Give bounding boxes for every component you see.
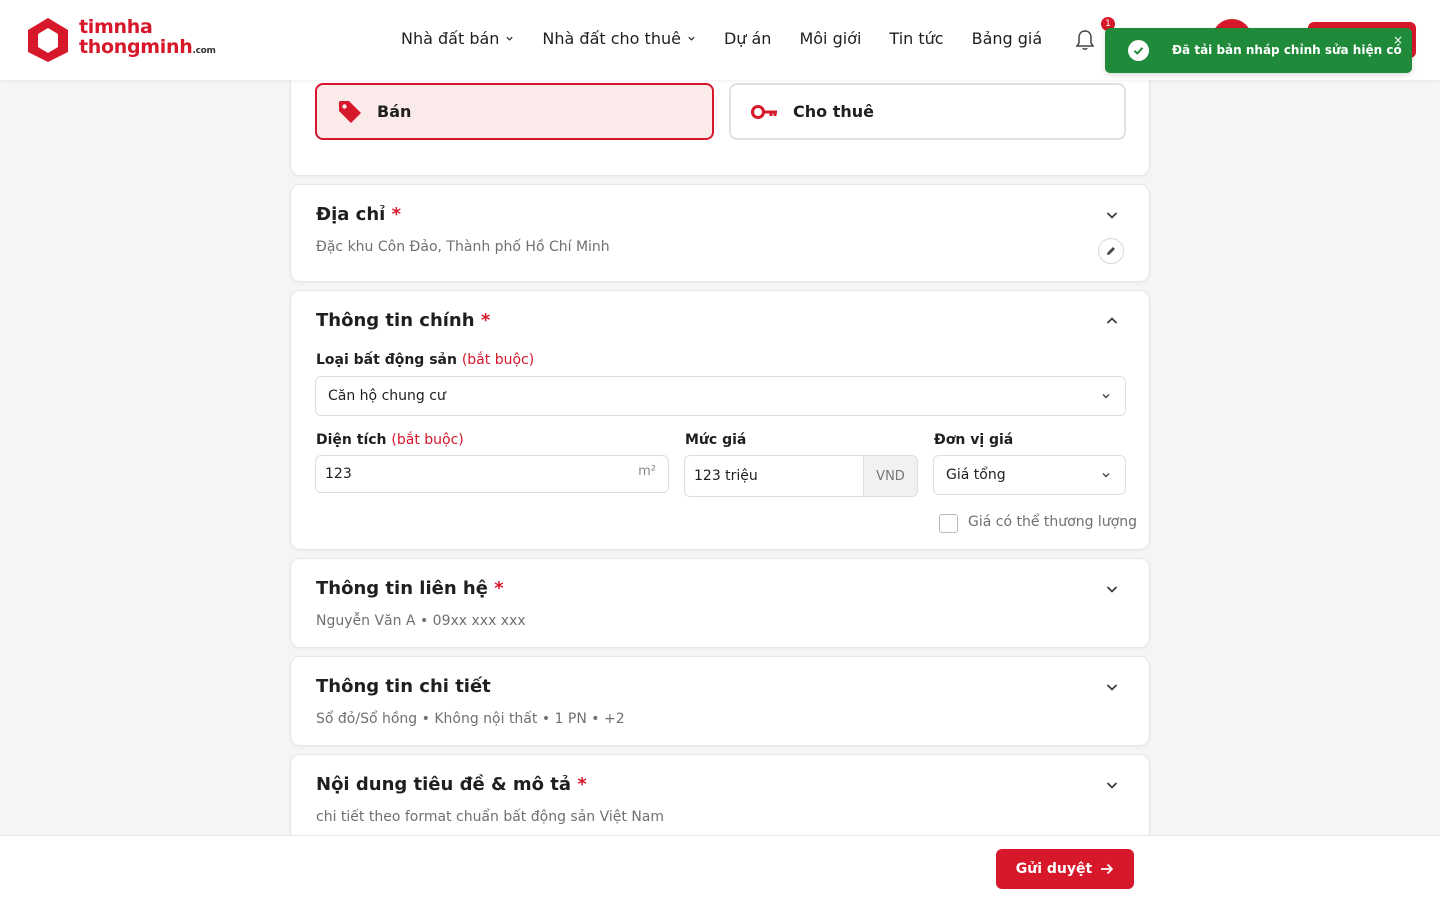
nav-label: Tin tức xyxy=(889,29,944,48)
main-info-card: Thông tin chính * Loại bất động sản (bắt… xyxy=(290,290,1150,550)
contact-title-text: Thông tin liên hệ xyxy=(316,578,488,599)
content-title-text: Nội dung tiêu đề & mô tả xyxy=(316,774,572,795)
chevron-down-icon xyxy=(688,36,695,41)
content-title: Nội dung tiêu đề & mô tả * xyxy=(316,774,587,795)
logo-line1: timnha xyxy=(79,16,153,38)
address-summary: Đặc khu Côn Đảo, Thành phố Hồ Chí Minh xyxy=(316,239,610,255)
property-type-value: Căn hộ chung cư xyxy=(328,388,446,404)
rent-label: Cho thuê xyxy=(793,102,874,121)
chevron-down-icon[interactable] xyxy=(1105,582,1119,596)
arrow-right-icon xyxy=(1101,863,1114,875)
area-unit: m² xyxy=(638,464,656,479)
submit-button[interactable]: Gửi duyệt xyxy=(996,849,1134,889)
edit-address-button[interactable] xyxy=(1098,238,1124,264)
chevron-down-icon xyxy=(506,36,514,41)
required-mark: * xyxy=(391,204,402,225)
nav-tin-tuc[interactable]: Tin tức xyxy=(889,29,943,48)
price-tag-icon xyxy=(339,100,361,123)
details-summary: Sổ đỏ/Sổ hồng • Không nội thất • 1 PN • … xyxy=(316,711,625,727)
toast-message: Đã tải bản nháp chỉnh sửa hiện có xyxy=(1172,43,1402,57)
logo-line2: thongminh.com xyxy=(79,37,216,61)
area-label-text: Diện tích xyxy=(316,432,387,448)
required-hint: (bắt buộc) xyxy=(391,432,464,448)
submit-label: Gửi duyệt xyxy=(1015,861,1093,877)
pencil-icon xyxy=(1107,247,1115,255)
price-value: 123 triệu xyxy=(694,468,758,484)
area-input[interactable]: 123 m² xyxy=(315,455,669,493)
address-title: Địa chỉ * xyxy=(316,204,401,225)
listing-type-sale-option[interactable]: Bán xyxy=(315,83,714,140)
required-mark: * xyxy=(494,578,504,599)
currency-addon: VND xyxy=(863,456,917,496)
nav-label: Nhà đất bán xyxy=(401,29,500,48)
logo-house-icon xyxy=(28,18,68,62)
chevron-up-icon[interactable] xyxy=(1105,314,1119,328)
nav-label: Môi giới xyxy=(799,29,862,48)
nav-label: Dự án xyxy=(723,29,772,48)
chevron-down-icon xyxy=(1102,394,1110,399)
details-card[interactable]: Thông tin chi tiết Sổ đỏ/Sổ hồng • Không… xyxy=(290,656,1150,746)
price-label: Mức giá xyxy=(685,432,747,448)
negotiable-checkbox[interactable] xyxy=(939,514,958,533)
price-unit-label: Đơn vị giá xyxy=(934,432,1014,448)
logo-text: timnha thongminh.com xyxy=(79,17,216,61)
details-title: Thông tin chi tiết xyxy=(316,676,491,697)
logo-suffix: .com xyxy=(192,46,216,56)
nav-moi-gioi[interactable]: Môi giới xyxy=(799,29,861,48)
form-footer: Gửi duyệt xyxy=(0,835,1440,900)
contact-title: Thông tin liên hệ * xyxy=(316,578,504,599)
bell-icon[interactable] xyxy=(1074,28,1096,52)
listing-type-rent-option[interactable]: Cho thuê xyxy=(729,83,1126,140)
nav-du-an[interactable]: Dự án xyxy=(724,29,772,48)
logo[interactable]: timnha thongminh.com xyxy=(25,16,216,62)
property-type-label-text: Loại bất động sản xyxy=(316,352,457,368)
address-card[interactable]: Địa chỉ * Đặc khu Côn Đảo, Thành phố Hồ … xyxy=(290,184,1150,282)
logo-line2-text: thongminh xyxy=(79,36,193,58)
chevron-down-icon[interactable] xyxy=(1105,680,1119,694)
nav-label: Nhà đất cho thuê xyxy=(542,29,681,48)
contact-card[interactable]: Thông tin liên hệ * Nguyễn Văn A • 09xx … xyxy=(290,558,1150,648)
chevron-down-icon[interactable] xyxy=(1105,778,1119,792)
address-title-text: Địa chỉ xyxy=(316,204,386,225)
content-summary: chi tiết theo format chuẩn bất động sản … xyxy=(316,809,665,825)
negotiable-label[interactable]: Giá có thể thương lượng xyxy=(968,514,1137,530)
check-circle-icon xyxy=(1128,40,1149,61)
price-input[interactable]: 123 triệu VND xyxy=(684,455,918,497)
nav-bang-gia[interactable]: Bảng giá xyxy=(972,29,1043,48)
success-toast: Đã tải bản nháp chỉnh sửa hiện có × xyxy=(1105,28,1412,73)
nav-nha-dat-ban[interactable]: Nhà đất bán xyxy=(401,29,514,48)
property-type-select[interactable]: Căn hộ chung cư xyxy=(315,376,1126,416)
required-hint: (bắt buộc) xyxy=(461,352,535,368)
required-mark: * xyxy=(480,310,491,331)
sale-label: Bán xyxy=(377,102,412,121)
chevron-down-icon[interactable] xyxy=(1105,208,1119,222)
area-value: 123 xyxy=(325,466,352,482)
close-icon[interactable]: × xyxy=(1393,33,1403,47)
main-info-title: Thông tin chính * xyxy=(316,310,490,331)
nav-label: Bảng giá xyxy=(971,29,1043,48)
required-mark: * xyxy=(577,774,587,795)
contact-summary: Nguyễn Văn A • 09xx xxx xxx xyxy=(316,613,526,629)
area-label: Diện tích (bắt buộc) xyxy=(316,432,464,448)
key-icon xyxy=(751,104,777,119)
nav-nha-dat-cho-thue[interactable]: Nhà đất cho thuê xyxy=(542,29,696,48)
price-unit-value: Giá tổng xyxy=(946,467,1006,483)
main-nav: Nhà đất bán Nhà đất cho thuê Dự án Môi g… xyxy=(401,29,1070,48)
chevron-down-icon xyxy=(1102,473,1110,478)
price-unit-select[interactable]: Giá tổng xyxy=(933,455,1126,495)
property-type-label: Loại bất động sản (bắt buộc) xyxy=(316,352,534,368)
main-info-title-text: Thông tin chính xyxy=(316,310,475,331)
